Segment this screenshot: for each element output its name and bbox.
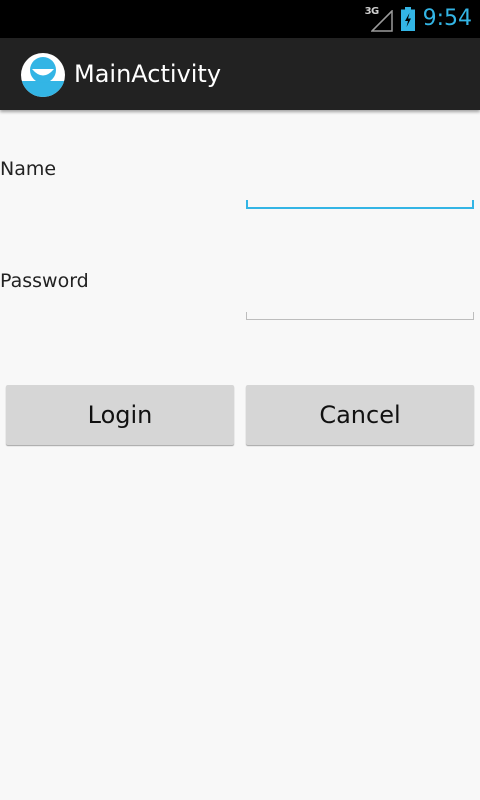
- password-label: Password: [0, 270, 89, 292]
- cancel-button[interactable]: Cancel: [246, 385, 474, 445]
- name-input[interactable]: [246, 165, 474, 209]
- status-clock: 9:54: [422, 6, 472, 31]
- status-bar: 3G 9:54: [0, 0, 480, 38]
- network-indicator: 3G: [365, 4, 395, 34]
- name-label: Name: [0, 158, 57, 180]
- name-field-container: [246, 165, 474, 209]
- password-input[interactable]: [246, 276, 474, 320]
- app-title: MainActivity: [74, 60, 222, 88]
- login-button[interactable]: Login: [6, 385, 234, 445]
- status-icons: 3G 9:54: [365, 0, 472, 38]
- battery-charging-icon: [400, 7, 415, 31]
- signal-icon: [370, 10, 393, 32]
- action-bar: MainActivity: [0, 38, 480, 110]
- password-field-container: [246, 276, 474, 320]
- app-launcher-icon[interactable]: [20, 52, 66, 98]
